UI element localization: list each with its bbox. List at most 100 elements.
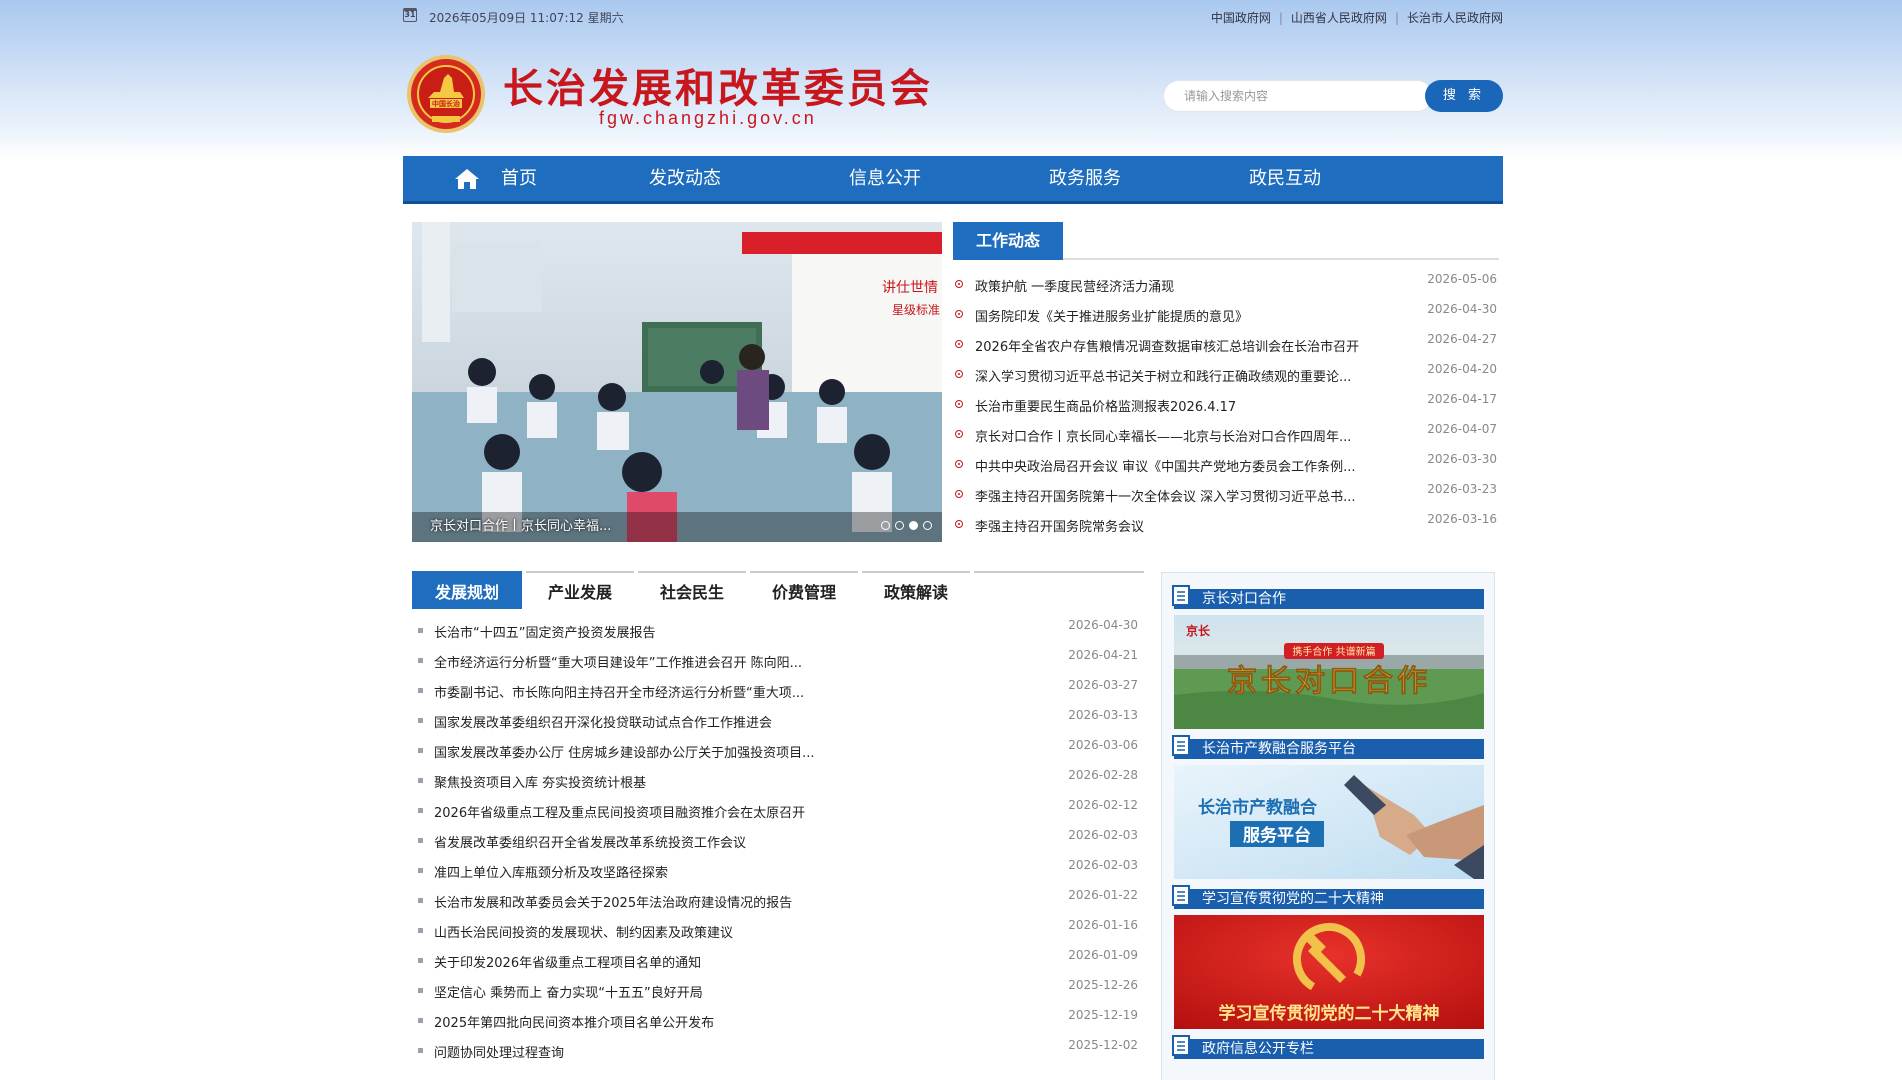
tab-policy-interpretation[interactable]: 政策解读 bbox=[862, 571, 970, 609]
work-news-item[interactable]: 中共中央政治局召开会议 审议《中国共产党地方委员会工作条例... 2026-03-… bbox=[953, 452, 1499, 482]
link-central-gov[interactable]: 中国政府网 bbox=[1211, 11, 1271, 25]
article-title-link[interactable]: 山西长治民间投资的发展现状、制约因素及政策建议 bbox=[434, 922, 864, 941]
work-news-item[interactable]: 国务院印发《关于推进服务业扩能提质的意见》 2026-04-30 bbox=[953, 302, 1499, 332]
article-title-link[interactable]: 2025年第四批向民间资本推介项目名单公开发布 bbox=[434, 1012, 864, 1031]
top-bar: 31 2026年05月09日 11:07:12 星期六 中国政府网 | 山西省人民政… bbox=[403, 6, 1503, 28]
search-input[interactable]: 请输入搜索内容 bbox=[1163, 80, 1433, 112]
link-shanxi-gov[interactable]: 山西省人民政府网 bbox=[1291, 11, 1387, 25]
article-title-link[interactable]: 市委副书记、市长陈向阳主持召开全市经济运行分析暨“重大项... bbox=[434, 682, 864, 701]
article-date: 2026-04-07 bbox=[1427, 422, 1497, 436]
article-title-link[interactable]: 李强主持召开国务院第十一次全体会议 深入学习贯彻习近平总书... bbox=[975, 486, 1395, 505]
banner-industry-education-platform[interactable]: 长治市产教融合 服务平台 bbox=[1174, 765, 1484, 879]
banner-image: 学习宣传贯彻党的二十大精神 bbox=[1174, 915, 1484, 1029]
article-title-link[interactable]: 长治市重要民生商品价格监测报表2026.4.17 bbox=[975, 396, 1395, 415]
banner-image: 京长 携手合作 共谱新篇 京长对口合作 bbox=[1174, 615, 1484, 729]
category-article-item[interactable]: 聚焦投资项目入库 夯实投资统计根基 2026-02-28 bbox=[412, 768, 1144, 798]
category-article-item[interactable]: 准四上单位入库瓶颈分析及攻坚路径探索 2026-02-03 bbox=[412, 858, 1144, 888]
side-section-header[interactable]: 政府信息公开专栏 bbox=[1172, 1035, 1484, 1059]
nav-public-interaction[interactable]: 政民互动 bbox=[1249, 156, 1321, 201]
article-date: 2026-02-03 bbox=[1068, 828, 1138, 842]
work-news-item[interactable]: 李强主持召开国务院常务会议 2026-03-16 bbox=[953, 512, 1499, 542]
category-article-item[interactable]: 坚定信心 乘势而上 奋力实现“十五五”良好开局 2025-12-26 bbox=[412, 978, 1144, 1008]
article-date: 2026-03-23 bbox=[1427, 482, 1497, 496]
site-logo[interactable]: 中国长治 bbox=[406, 52, 486, 136]
side-section-header[interactable]: 京长对口合作 bbox=[1172, 585, 1484, 609]
nav-information-disclosure[interactable]: 信息公开 bbox=[849, 156, 921, 201]
nav-government-services[interactable]: 政务服务 bbox=[1049, 156, 1121, 201]
tab-work-news[interactable]: 工作动态 bbox=[953, 222, 1063, 260]
banner-party-congress-spirit[interactable]: 学习宣传贯彻党的二十大精神 bbox=[1174, 915, 1484, 1029]
article-title-link[interactable]: 关于印发2026年省级重点工程项目名单的通知 bbox=[434, 952, 864, 971]
article-title-link[interactable]: 2026年省级重点工程及重点民间投资项目融资推介会在太原召开 bbox=[434, 802, 864, 821]
square-bullet-icon bbox=[418, 988, 423, 993]
category-article-item[interactable]: 长治市“十四五”固定资产投资发展报告 2026-04-30 bbox=[412, 618, 1144, 648]
article-title-link[interactable]: 国家发展改革委办公厅 住房城乡建设部办公厅关于加强投资项目... bbox=[434, 742, 864, 761]
link-changzhi-gov[interactable]: 长治市人民政府网 bbox=[1407, 11, 1503, 25]
work-news-item[interactable]: 长治市重要民生商品价格监测报表2026.4.17 2026-04-17 bbox=[953, 392, 1499, 422]
article-title-link[interactable]: 中共中央政治局召开会议 审议《中国共产党地方委员会工作条例... bbox=[975, 456, 1395, 475]
category-article-item[interactable]: 国家发展改革委办公厅 住房城乡建设部办公厅关于加强投资项目... 2026-03-… bbox=[412, 738, 1144, 768]
tab-development-planning[interactable]: 发展规划 bbox=[412, 571, 522, 609]
current-datetime: 2026年05月09日 11:07:12 星期六 bbox=[429, 11, 624, 25]
category-article-item[interactable]: 山西长治民间投资的发展现状、制约因素及政策建议 2026-01-16 bbox=[412, 918, 1144, 948]
slide-caption[interactable]: 京长对口合作丨京长同心幸福... bbox=[430, 515, 611, 534]
slide-dot-active[interactable] bbox=[909, 521, 918, 530]
slide-dot[interactable] bbox=[881, 521, 890, 530]
category-article-item[interactable]: 国家发展改革委组织召开深化投贷联动试点合作工作推进会 2026-03-13 bbox=[412, 708, 1144, 738]
article-title-link[interactable]: 长治市发展和改革委员会关于2025年法治政府建设情况的报告 bbox=[434, 892, 864, 911]
article-title-link[interactable]: 京长对口合作丨京长同心幸福长——北京与长治对口合作四周年... bbox=[975, 426, 1395, 445]
square-bullet-icon bbox=[418, 898, 423, 903]
article-date: 2026-03-13 bbox=[1068, 708, 1138, 722]
side-section-header[interactable]: 学习宣传贯彻党的二十大精神 bbox=[1172, 885, 1484, 909]
news-slideshow[interactable]: 讲仕世情 星级标准 京长对口合作丨京长同心幸福... bbox=[412, 222, 942, 542]
article-title-link[interactable]: 坚定信心 乘势而上 奋力实现“十五五”良好开局 bbox=[434, 982, 864, 1001]
side-section-header[interactable]: 长治市产教融合服务平台 bbox=[1172, 735, 1484, 759]
category-article-item[interactable]: 关于印发2026年省级重点工程项目名单的通知 2026-01-09 bbox=[412, 948, 1144, 978]
article-date: 2026-01-16 bbox=[1068, 918, 1138, 932]
slide-dot[interactable] bbox=[895, 521, 904, 530]
square-bullet-icon bbox=[418, 928, 423, 933]
square-bullet-icon bbox=[418, 868, 423, 873]
work-news-item[interactable]: 政策护航 一季度民营经济活力涌现 2026-05-06 bbox=[953, 272, 1499, 302]
article-title-link[interactable]: 全市经济运行分析暨“重大项目建设年”工作推进会召开 陈向阳... bbox=[434, 652, 864, 671]
article-title-link[interactable]: 准四上单位入库瓶颈分析及攻坚路径探索 bbox=[434, 862, 864, 881]
category-article-item[interactable]: 省发展改革委组织召开全省发展改革系统投资工作会议 2026-02-03 bbox=[412, 828, 1144, 858]
category-article-item[interactable]: 2025年第四批向民间资本推介项目名单公开发布 2025-12-19 bbox=[412, 1008, 1144, 1038]
article-date: 2026-03-30 bbox=[1427, 452, 1497, 466]
work-news-item[interactable]: 深入学习贯彻习近平总书记关于树立和践行正确政绩观的重要论... 2026-04-2… bbox=[953, 362, 1499, 392]
nav-home[interactable]: 首页 bbox=[501, 156, 537, 201]
article-title-link[interactable]: 省发展改革委组织召开全省发展改革系统投资工作会议 bbox=[434, 832, 864, 851]
category-article-item[interactable]: 全市经济运行分析暨“重大项目建设年”工作推进会召开 陈向阳... 2026-04-… bbox=[412, 648, 1144, 678]
tab-social-livelihood[interactable]: 社会民生 bbox=[638, 571, 746, 609]
banner-tag-text: 携手合作 共谱新篇 bbox=[1292, 645, 1375, 658]
article-title-link[interactable]: 李强主持召开国务院常务会议 bbox=[975, 516, 1395, 535]
article-title-link[interactable]: 国家发展改革委组织召开深化投贷联动试点合作工作推进会 bbox=[434, 712, 864, 731]
category-article-item[interactable]: 长治市发展和改革委员会关于2025年法治政府建设情况的报告 2026-01-22 bbox=[412, 888, 1144, 918]
article-title-link[interactable]: 2026年全省农户存售粮情况调查数据审核汇总培训会在长治市召开 bbox=[975, 336, 1395, 355]
nav-development-news[interactable]: 发改动态 bbox=[649, 156, 721, 201]
work-news-item[interactable]: 李强主持召开国务院第十一次全体会议 深入学习贯彻习近平总书... 2026-03-… bbox=[953, 482, 1499, 512]
article-date: 2026-04-30 bbox=[1068, 618, 1138, 632]
category-article-item[interactable]: 市委副书记、市长陈向阳主持召开全市经济运行分析暨“重大项... 2026-03-2… bbox=[412, 678, 1144, 708]
work-news-item[interactable]: 京长对口合作丨京长同心幸福长——北京与长治对口合作四周年... 2026-04-0… bbox=[953, 422, 1499, 452]
article-title-link[interactable]: 政策护航 一季度民营经济活力涌现 bbox=[975, 276, 1395, 295]
tab-industry-development[interactable]: 产业发展 bbox=[526, 571, 634, 609]
article-title-link[interactable]: 问题协同处理过程查询 bbox=[434, 1042, 864, 1061]
article-title-link[interactable]: 聚焦投资项目入库 夯实投资统计根基 bbox=[434, 772, 864, 791]
home-icon[interactable] bbox=[454, 167, 480, 191]
article-title-link[interactable]: 国务院印发《关于推进服务业扩能提质的意见》 bbox=[975, 306, 1395, 325]
article-title-link[interactable]: 长治市“十四五”固定资产投资发展报告 bbox=[434, 622, 864, 641]
tab-price-management[interactable]: 价费管理 bbox=[750, 571, 858, 609]
square-bullet-icon bbox=[418, 748, 423, 753]
slide-dot[interactable] bbox=[923, 521, 932, 530]
bullet-icon bbox=[955, 280, 963, 288]
square-bullet-icon bbox=[418, 778, 423, 783]
article-title-link[interactable]: 深入学习贯彻习近平总书记关于树立和践行正确政绩观的重要论... bbox=[975, 366, 1395, 385]
category-article-item[interactable]: 2026年省级重点工程及重点民间投资项目融资推介会在太原召开 2026-02-12 bbox=[412, 798, 1144, 828]
search-button[interactable]: 搜 索 bbox=[1425, 80, 1503, 112]
category-article-item[interactable]: 问题协同处理过程查询 2025-12-02 bbox=[412, 1038, 1144, 1068]
work-news-item[interactable]: 2026年全省农户存售粮情况调查数据审核汇总培训会在长治市召开 2026-04-2… bbox=[953, 332, 1499, 362]
banner-beijing-changzhi-cooperation[interactable]: 京长 携手合作 共谱新篇 京长对口合作 bbox=[1174, 615, 1484, 729]
page-container: 31 2026年05月09日 11:07:12 星期六 中国政府网 | 山西省人民政… bbox=[403, 0, 1503, 1080]
site-domain: fgw.changzhi.gov.cn bbox=[599, 108, 817, 128]
